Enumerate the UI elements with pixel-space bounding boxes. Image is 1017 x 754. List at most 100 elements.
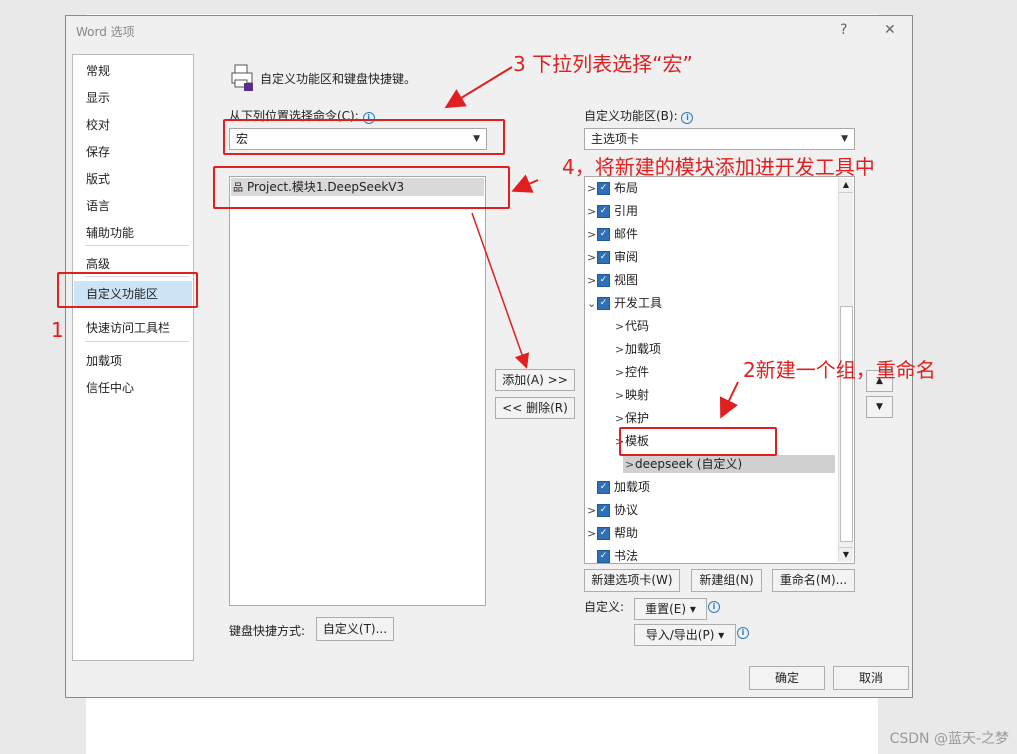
chevron-right-icon[interactable]: > bbox=[587, 249, 597, 267]
customize-ribbon-label-text: 自定义功能区(B): bbox=[584, 109, 678, 123]
tree-row[interactable]: > ✓ 视图 bbox=[587, 271, 638, 289]
tree-row-label: deepseek (自定义) bbox=[635, 457, 743, 471]
tree-row[interactable]: >deepseek (自定义) bbox=[623, 455, 835, 473]
tree-row-label: 加载项 bbox=[625, 342, 662, 356]
chevron-right-icon[interactable]: > bbox=[587, 525, 597, 543]
tree-row[interactable]: >保护 bbox=[615, 409, 649, 427]
ok-button[interactable]: 确定 bbox=[749, 666, 825, 690]
nav-separator bbox=[85, 245, 189, 246]
tree-row[interactable]: >控件 bbox=[615, 363, 649, 381]
chevron-right-icon[interactable]: > bbox=[615, 387, 625, 405]
checkbox-checked-icon[interactable]: ✓ bbox=[597, 251, 610, 264]
tree-row-label: 邮件 bbox=[614, 227, 639, 241]
import-export-button[interactable]: 导入/导出(P) ▾ bbox=[634, 624, 736, 646]
tree-row-label: 书法 bbox=[614, 549, 639, 563]
chevron-right-icon[interactable]: > bbox=[587, 502, 597, 520]
tree-row-label: 开发工具 bbox=[614, 296, 663, 310]
checkbox-checked-icon[interactable]: ✓ bbox=[597, 481, 610, 494]
tree-row[interactable]: > ✓ 布局 bbox=[587, 179, 638, 197]
tree-row[interactable]: >映射 bbox=[615, 386, 649, 404]
checkbox-checked-icon[interactable]: ✓ bbox=[597, 228, 610, 241]
tree-row[interactable]: > ✓ 审阅 bbox=[587, 248, 638, 266]
rename-button[interactable]: 重命名(M)... bbox=[772, 569, 855, 592]
tree-row[interactable]: ✓ 加载项 bbox=[587, 478, 650, 496]
tree-row[interactable]: ⌄ ✓ 开发工具 bbox=[587, 294, 662, 312]
annotation-box-new-group bbox=[619, 427, 777, 456]
annotation-box-customize-ribbon bbox=[57, 272, 198, 308]
chevron-right-icon[interactable]: > bbox=[615, 341, 625, 359]
scroll-up-icon[interactable]: ▲ bbox=[839, 178, 853, 193]
chevron-right-icon[interactable]: > bbox=[587, 180, 597, 198]
nav-item-language[interactable]: 语言 bbox=[86, 197, 110, 214]
tree-row-label: 帮助 bbox=[614, 526, 639, 540]
chevron-down-icon[interactable]: ⌄ bbox=[587, 295, 597, 313]
tree-row[interactable]: >代码 bbox=[615, 317, 649, 335]
remove-button[interactable]: << 删除(R) bbox=[495, 397, 575, 419]
checkbox-checked-icon[interactable]: ✓ bbox=[597, 274, 610, 287]
checkbox-checked-icon[interactable]: ✓ bbox=[597, 527, 610, 540]
add-button[interactable]: 添加(A) >> bbox=[495, 369, 575, 391]
checkbox-checked-icon[interactable]: ✓ bbox=[597, 504, 610, 517]
nav-item-general[interactable]: 常规 bbox=[86, 62, 110, 79]
annotation-step-4: 4，将新建的模块添加进开发工具中 bbox=[562, 155, 875, 179]
tree-row-label: 协议 bbox=[614, 503, 639, 517]
info-icon: i bbox=[708, 601, 720, 613]
nav-item-addins[interactable]: 加载项 bbox=[86, 352, 122, 369]
tree-row[interactable]: >加载项 bbox=[615, 340, 661, 358]
chevron-right-icon[interactable]: > bbox=[587, 203, 597, 221]
scroll-thumb[interactable] bbox=[840, 306, 853, 542]
reset-button[interactable]: 重置(E) ▾ bbox=[634, 598, 707, 620]
keyboard-customize-button[interactable]: 自定义(T)... bbox=[316, 617, 394, 641]
customize-label: 自定义: bbox=[584, 600, 625, 614]
annotation-box-macro-item bbox=[213, 166, 510, 209]
nav-item-quick-access-toolbar[interactable]: 快速访问工具栏 bbox=[86, 319, 170, 336]
move-down-button[interactable]: ▼ bbox=[866, 396, 893, 418]
tree-row-label: 引用 bbox=[614, 204, 639, 218]
reset-info: i bbox=[708, 598, 720, 613]
help-button[interactable]: ? bbox=[840, 22, 847, 38]
commands-list[interactable]: 品 Project.模块1.DeepSeekV3 bbox=[229, 176, 486, 606]
nav-item-accessibility[interactable]: 辅助功能 bbox=[86, 224, 134, 241]
ribbon-tabs-dropdown[interactable]: 主选项卡 ▼ bbox=[584, 128, 855, 150]
nav-item-advanced[interactable]: 高级 bbox=[86, 255, 110, 272]
tree-row-label: 审阅 bbox=[614, 250, 639, 264]
tree-row-label: 保护 bbox=[625, 411, 650, 425]
close-button[interactable]: ✕ bbox=[884, 22, 896, 38]
checkbox-checked-icon[interactable]: ✓ bbox=[597, 550, 610, 563]
header-text: 自定义功能区和键盘快捷键。 bbox=[260, 72, 417, 86]
annotation-step-2: 2新建一个组，重命名 bbox=[743, 358, 936, 382]
customize-ribbon-label: 自定义功能区(B): i bbox=[584, 107, 694, 124]
tree-row[interactable]: > ✓ 协议 bbox=[587, 501, 638, 519]
nav-item-proofing[interactable]: 校对 bbox=[86, 116, 110, 133]
checkbox-checked-icon[interactable]: ✓ bbox=[597, 205, 610, 218]
scroll-down-icon[interactable]: ▼ bbox=[839, 547, 853, 562]
nav-item-trust-center[interactable]: 信任中心 bbox=[86, 379, 134, 396]
cancel-button[interactable]: 取消 bbox=[833, 666, 909, 690]
dropdown-arrow-icon: ▼ bbox=[841, 134, 848, 144]
annotation-step-3: 3 下拉列表选择“宏” bbox=[513, 52, 693, 76]
checkbox-checked-icon[interactable]: ✓ bbox=[597, 297, 610, 310]
nav-item-layout[interactable]: 版式 bbox=[86, 170, 110, 187]
customize-ribbon-icon bbox=[230, 63, 256, 93]
new-group-button[interactable]: 新建组(N) bbox=[691, 569, 762, 592]
nav-item-save[interactable]: 保存 bbox=[86, 143, 110, 160]
nav-item-display[interactable]: 显示 bbox=[86, 89, 110, 106]
new-tab-button[interactable]: 新建选项卡(W) bbox=[584, 569, 680, 592]
chevron-right-icon[interactable]: > bbox=[587, 226, 597, 244]
tree-row[interactable]: ✓ 书法 bbox=[587, 547, 638, 565]
chevron-right-icon[interactable]: > bbox=[615, 410, 625, 428]
tree-row[interactable]: > ✓ 帮助 bbox=[587, 524, 638, 542]
chevron-right-icon[interactable]: > bbox=[587, 272, 597, 290]
info-icon: i bbox=[681, 112, 694, 124]
checkbox-checked-icon[interactable]: ✓ bbox=[597, 182, 610, 195]
chevron-right-icon[interactable]: > bbox=[615, 364, 625, 382]
tree-row-label: 映射 bbox=[625, 388, 650, 402]
tree-row[interactable]: > ✓ 引用 bbox=[587, 202, 638, 220]
chevron-right-icon[interactable]: > bbox=[625, 456, 635, 474]
tree-row-label: 加载项 bbox=[614, 480, 651, 494]
tree-row-label: 控件 bbox=[625, 365, 650, 379]
info-icon: i bbox=[737, 627, 749, 639]
chevron-right-icon[interactable]: > bbox=[615, 318, 625, 336]
tree-row[interactable]: > ✓ 邮件 bbox=[587, 225, 638, 243]
ribbon-tabs-dropdown-value: 主选项卡 bbox=[591, 132, 640, 146]
